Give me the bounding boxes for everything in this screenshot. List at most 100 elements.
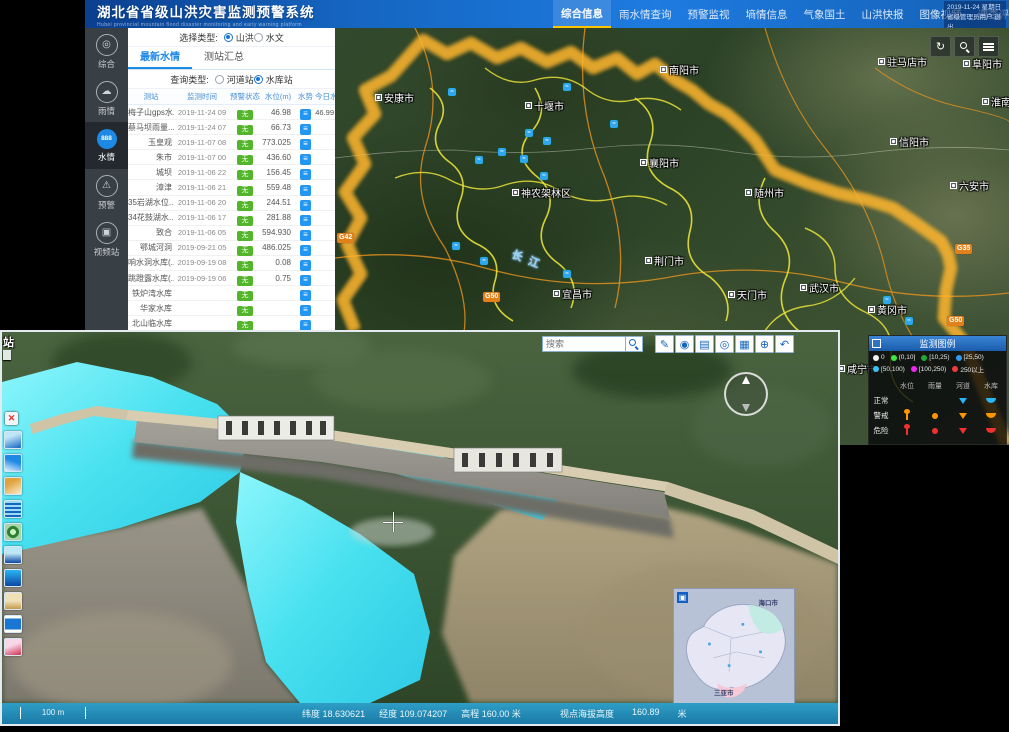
station-marker[interactable]: ≈ bbox=[543, 137, 551, 145]
rotate-view-button[interactable]: ↻ bbox=[930, 36, 951, 57]
nav-item-2[interactable]: 预警监视 bbox=[680, 0, 738, 28]
radio-dot-icon bbox=[254, 33, 263, 42]
scale-bar: 100 m bbox=[20, 707, 86, 719]
flood-layer-tool[interactable] bbox=[4, 431, 22, 449]
query-radio-0[interactable]: 河道站 bbox=[215, 73, 254, 86]
frame-tool[interactable] bbox=[4, 615, 22, 633]
camera-tool[interactable]: ◉ bbox=[675, 335, 694, 353]
city-marker-icon bbox=[982, 98, 989, 105]
sidebar-item-1[interactable]: ☁雨情 bbox=[85, 75, 128, 122]
type-radio-0[interactable]: 山洪 bbox=[224, 31, 254, 44]
legend-row-label: 正常 bbox=[869, 395, 893, 406]
type-filter-label: 选择类型: bbox=[179, 31, 218, 44]
water-level: 46.98 bbox=[260, 108, 296, 117]
lon-label: 经度 bbox=[379, 709, 397, 719]
globe-tool[interactable]: ⊕ bbox=[755, 335, 774, 353]
search-input[interactable] bbox=[542, 336, 626, 352]
nav-item-5[interactable]: 山洪快报 bbox=[854, 0, 912, 28]
city-marker-icon bbox=[878, 58, 885, 65]
undo-tool[interactable]: ↶ bbox=[775, 335, 794, 353]
viewer3d-window[interactable]: 站 ✕ ✎◉▤◎▦⊕↶ ▣ 海口市 三亚市 bbox=[0, 330, 840, 726]
station-marker[interactable]: ≈ bbox=[610, 120, 618, 128]
station-marker[interactable]: ≈ bbox=[563, 83, 571, 91]
close-icon[interactable]: ✕ bbox=[5, 412, 18, 425]
compass[interactable] bbox=[724, 372, 768, 416]
map-search-button[interactable] bbox=[954, 36, 975, 57]
monitor-time: 2019-11-06 20 bbox=[174, 198, 230, 207]
city-marker-icon bbox=[963, 60, 970, 67]
terrain-layer-tool[interactable] bbox=[4, 477, 22, 495]
nav-item-4[interactable]: 气象国土 bbox=[796, 0, 854, 28]
ripple-layer-tool[interactable] bbox=[4, 500, 22, 518]
city-marker-icon bbox=[525, 102, 532, 109]
table-row[interactable]: 北山临水库无≡ bbox=[128, 316, 335, 330]
station-marker[interactable]: ≈ bbox=[448, 88, 456, 96]
elev-value: 160.00 bbox=[482, 709, 510, 719]
type-radio-1[interactable]: 水文 bbox=[254, 31, 284, 44]
splash-tool[interactable] bbox=[4, 546, 22, 564]
station-name: 响水洞水库(... bbox=[128, 257, 174, 268]
station-marker[interactable]: ≈ bbox=[480, 257, 488, 265]
monitor-time: 2019-09-19 06 bbox=[174, 274, 230, 283]
station-marker[interactable]: ≈ bbox=[563, 270, 571, 278]
city-label-3: 驻马店市 bbox=[878, 54, 927, 69]
query-radio-1[interactable]: 水库站 bbox=[254, 73, 293, 86]
station-marker[interactable]: ≈ bbox=[498, 148, 506, 156]
inset-toggle-icon[interactable]: ▣ bbox=[677, 592, 688, 603]
city-marker-icon bbox=[745, 189, 752, 196]
station-marker[interactable]: ≈ bbox=[905, 317, 913, 325]
view-altitude-readout: 视点海拔高度 160.89 米 bbox=[560, 707, 687, 720]
station-name: 北山临水库 bbox=[128, 318, 174, 329]
tab-0[interactable]: 最新水情 bbox=[128, 47, 192, 69]
city-label-1: 十堰市 bbox=[525, 98, 564, 113]
water-level: 773.025 bbox=[260, 138, 296, 147]
profile-tool[interactable] bbox=[4, 638, 22, 656]
road-badge-2: G35 bbox=[955, 244, 972, 254]
legend-cell bbox=[977, 398, 1005, 403]
station-marker[interactable]: ≈ bbox=[883, 296, 891, 304]
station-name: 跳蹬露水库(... bbox=[128, 273, 174, 284]
sidebar-item-0[interactable]: ◎综合 bbox=[85, 28, 128, 75]
legend-cell bbox=[893, 427, 921, 435]
rotate-view-tool[interactable] bbox=[4, 454, 22, 472]
radar-tool[interactable] bbox=[4, 523, 22, 541]
query-radios: 河道站水库站 bbox=[215, 73, 293, 86]
sidebar-item-3[interactable]: ⚠预警 bbox=[85, 169, 128, 216]
rain-dot-icon bbox=[873, 355, 879, 361]
chart-tool[interactable]: ▦ bbox=[735, 335, 754, 353]
table-body: 梅子山gps水...2019-11-24 09无46.98≡46.99蔡马坝雨量… bbox=[128, 105, 335, 330]
nav-item-0[interactable]: 综合信息 bbox=[553, 0, 611, 28]
water-level: 486.025 bbox=[260, 243, 296, 252]
sidebar-item-2[interactable]: 888水情 bbox=[85, 122, 128, 169]
station-marker[interactable]: ≈ bbox=[525, 129, 533, 137]
legend-title-bar[interactable]: 监测图例 bbox=[869, 336, 1006, 351]
city-label-6: 信阳市 bbox=[890, 134, 929, 149]
tab-1[interactable]: 测站汇总 bbox=[192, 47, 256, 69]
overview-inset-map[interactable]: ▣ 海口市 三亚市 bbox=[673, 588, 795, 704]
rain-level-item: [25,50) bbox=[956, 354, 984, 361]
eye-tool[interactable]: ◎ bbox=[715, 335, 734, 353]
station-marker[interactable]: ≈ bbox=[520, 155, 528, 163]
station-marker[interactable]: ≈ bbox=[452, 242, 460, 250]
video-icon: ▣ bbox=[96, 222, 118, 244]
station-name: 蔡马坝雨量... bbox=[128, 122, 174, 133]
city-name: 武汉市 bbox=[809, 280, 839, 295]
nav-item-3[interactable]: 墒情信息 bbox=[738, 0, 796, 28]
station-name: 玉皇观 bbox=[128, 137, 174, 148]
search-icon[interactable] bbox=[626, 336, 643, 352]
station-marker[interactable]: ≈ bbox=[475, 156, 483, 164]
station-name: 致合 bbox=[128, 227, 174, 238]
rain-level-label: [100,250) bbox=[919, 366, 946, 373]
sand-layer-tool[interactable] bbox=[4, 592, 22, 610]
list-tool[interactable]: ▤ bbox=[695, 335, 714, 353]
layers-button[interactable] bbox=[978, 36, 999, 57]
draw-tool[interactable]: ✎ bbox=[655, 335, 674, 353]
lat-value: 18.630621 bbox=[323, 709, 366, 719]
table-header-4: 水势 bbox=[296, 91, 315, 102]
nav-item-1[interactable]: 雨水情查询 bbox=[611, 0, 680, 28]
dot-icon bbox=[932, 413, 938, 419]
water-drop-tool[interactable] bbox=[4, 569, 22, 587]
sidebar-item-4[interactable]: ▣视频站 bbox=[85, 216, 128, 263]
station-marker[interactable]: ≈ bbox=[540, 172, 548, 180]
radio-dot-icon bbox=[215, 75, 224, 84]
